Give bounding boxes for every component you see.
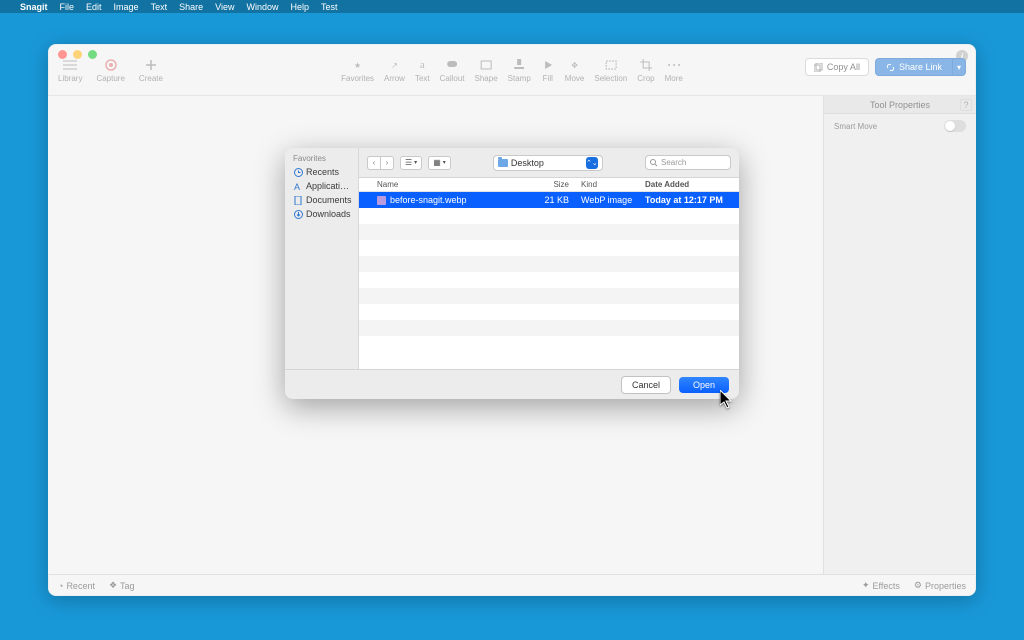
file-row[interactable]: before-snagit.webp 21 KB WebP image Toda… xyxy=(359,192,739,208)
star-icon: ★ xyxy=(351,58,365,72)
text-tool[interactable]: aText xyxy=(415,58,430,83)
properties-button[interactable]: ⚙Properties xyxy=(914,580,966,591)
shape-tool[interactable]: Shape xyxy=(475,58,498,83)
apps-icon: A xyxy=(293,181,303,191)
more-tools[interactable]: More xyxy=(665,58,683,83)
menu-help[interactable]: Help xyxy=(290,2,309,12)
svg-text:A: A xyxy=(294,182,300,191)
nav-back-button[interactable]: ‹ xyxy=(367,156,381,170)
macos-menubar: Snagit File Edit Image Text Share View W… xyxy=(0,0,1024,13)
sidebar-documents[interactable]: Documents xyxy=(285,193,358,207)
capture-icon xyxy=(104,58,118,72)
folder-icon xyxy=(498,159,508,167)
share-dropdown[interactable]: ▾ xyxy=(953,58,966,76)
open-file-dialog: Favorites Recents AApplicati… Documents … xyxy=(285,148,739,399)
library-label: Library xyxy=(58,74,82,83)
col-name-header[interactable]: Name xyxy=(359,180,521,189)
callout-icon xyxy=(445,58,459,72)
tag-button[interactable]: ❖Tag xyxy=(109,580,135,591)
menu-window[interactable]: Window xyxy=(246,2,278,12)
selection-icon xyxy=(604,58,618,72)
effects-icon: ✦ xyxy=(862,580,870,591)
move-icon: ✥ xyxy=(568,58,582,72)
open-button[interactable]: Open xyxy=(679,377,729,393)
create-label: Create xyxy=(139,74,163,83)
fill-icon xyxy=(541,58,555,72)
sidebar-recents[interactable]: Recents xyxy=(285,165,358,179)
effects-button[interactable]: ✦Effects xyxy=(862,580,900,591)
callout-tool[interactable]: Callout xyxy=(440,58,465,83)
chevron-updown-icon: ⌃⌄ xyxy=(586,157,598,169)
menu-text[interactable]: Text xyxy=(151,2,168,12)
move-tool[interactable]: ✥Move xyxy=(565,58,585,83)
text-icon: a xyxy=(415,58,429,72)
link-icon xyxy=(886,63,895,72)
status-bar: ◔Recent ❖Tag ✦Effects ⚙Properties xyxy=(48,574,976,596)
panel-title: Tool Properties xyxy=(870,100,930,110)
smart-move-label: Smart Move xyxy=(834,122,877,131)
file-icon xyxy=(377,196,386,205)
capture-label: Capture xyxy=(96,74,124,83)
smart-move-toggle[interactable] xyxy=(944,120,966,132)
arrow-icon: ↗ xyxy=(387,58,401,72)
clock-icon: ◔ xyxy=(58,581,63,591)
col-size-header[interactable]: Size xyxy=(521,180,575,189)
menu-edit[interactable]: Edit xyxy=(86,2,102,12)
documents-icon xyxy=(293,195,303,205)
share-button[interactable]: Share Link xyxy=(875,58,953,76)
recent-button[interactable]: ◔Recent xyxy=(58,581,95,591)
cancel-button[interactable]: Cancel xyxy=(621,376,671,394)
downloads-icon xyxy=(293,209,303,219)
copy-icon xyxy=(814,63,823,72)
create-button[interactable]: Create xyxy=(139,58,163,83)
grid-icon: ▦ xyxy=(433,158,441,167)
crop-icon xyxy=(639,58,653,72)
copy-all-button[interactable]: Copy All xyxy=(805,58,869,76)
dialog-sidebar: Favorites Recents AApplicati… Documents … xyxy=(285,148,359,369)
menu-file[interactable]: File xyxy=(60,2,75,12)
menu-view[interactable]: View xyxy=(215,2,234,12)
fill-tool[interactable]: Fill xyxy=(541,58,555,83)
shape-icon xyxy=(479,58,493,72)
stamp-icon xyxy=(512,58,526,72)
nav-forward-button[interactable]: › xyxy=(380,156,394,170)
list-view-icon: ☰ xyxy=(405,158,412,167)
help-icon[interactable]: ? xyxy=(960,99,972,111)
dialog-toolbar: ‹ › ☰▾ ▦▾ Desktop ⌃⌄ Search xyxy=(359,148,739,178)
favorites-tool[interactable]: ★Favorites xyxy=(341,58,374,83)
app-name[interactable]: Snagit xyxy=(20,2,48,12)
tag-icon: ❖ xyxy=(109,580,117,591)
col-date-header[interactable]: Date Added xyxy=(639,180,739,189)
column-headers: Name Size Kind Date Added xyxy=(359,178,739,192)
search-input[interactable]: Search xyxy=(645,155,731,170)
library-icon xyxy=(63,58,77,72)
stamp-tool[interactable]: Stamp xyxy=(508,58,531,83)
selection-tool[interactable]: Selection xyxy=(594,58,627,83)
location-popup[interactable]: Desktop ⌃⌄ xyxy=(493,155,603,171)
library-button[interactable]: Library xyxy=(58,58,82,83)
view-mode-button[interactable]: ☰▾ xyxy=(400,156,422,170)
group-button[interactable]: ▦▾ xyxy=(428,156,451,170)
properties-panel: Tool Properties ? Smart Move xyxy=(823,96,976,574)
sidebar-header: Favorites xyxy=(285,152,358,165)
menu-image[interactable]: Image xyxy=(114,2,139,12)
sidebar-downloads[interactable]: Downloads xyxy=(285,207,358,221)
toolbar: Library Capture Create ★Favorites ↗Arrow… xyxy=(48,52,976,96)
search-icon xyxy=(650,159,658,167)
menu-share[interactable]: Share xyxy=(179,2,203,12)
capture-button[interactable]: Capture xyxy=(96,58,124,83)
menu-test[interactable]: Test xyxy=(321,2,338,12)
col-kind-header[interactable]: Kind xyxy=(575,180,639,189)
create-icon xyxy=(144,58,158,72)
more-icon xyxy=(667,58,681,72)
arrow-tool[interactable]: ↗Arrow xyxy=(384,58,405,83)
file-list: Name Size Kind Date Added before-snagit.… xyxy=(359,178,739,369)
sidebar-applications[interactable]: AApplicati… xyxy=(285,179,358,193)
clock-icon xyxy=(293,167,303,177)
gear-icon: ⚙ xyxy=(914,580,922,591)
crop-tool[interactable]: Crop xyxy=(637,58,654,83)
